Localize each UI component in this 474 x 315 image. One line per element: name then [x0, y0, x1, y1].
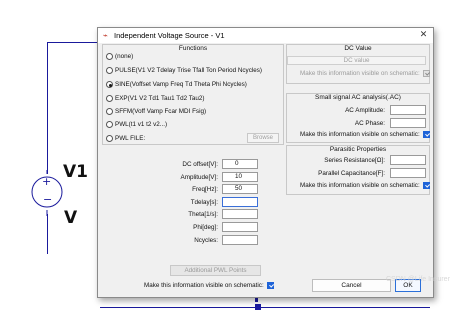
ac-phase-input[interactable]: [390, 118, 426, 128]
radio-label: (none): [115, 53, 134, 60]
schematic-wire-bottom: [100, 307, 430, 308]
ac-amplitude-label: AC Amplitude:: [345, 107, 385, 114]
parasitic-title: Parasitic Properties: [329, 146, 387, 153]
ncycles-input[interactable]: [222, 235, 258, 245]
series-resistance-label: Series Resistance[Ω]:: [324, 157, 385, 164]
parasitic-visible-label: Make this information visible on schemat…: [300, 182, 420, 189]
dc-offset-input[interactable]: 0: [222, 159, 258, 169]
theta-label: Theta[1/s]:: [188, 211, 218, 218]
radio-label: SFFM(Voff Vamp Fcar MDI Fsig): [115, 108, 207, 115]
parasitic-visible-checkbox[interactable]: [422, 182, 430, 189]
radio-label: EXP(V1 V2 Td1 Tau1 Td2 Tau2): [115, 95, 205, 102]
radio-icon[interactable]: [106, 135, 113, 142]
radio-icon[interactable]: [106, 67, 113, 74]
cancel-button[interactable]: Cancel: [312, 279, 391, 292]
schematic-wire-left-lower: [47, 214, 48, 254]
radio-label: PWL FILE:: [115, 135, 146, 142]
radio-pwl[interactable]: PWL(t1 v1 t2 v2...): [106, 120, 167, 129]
radio-icon[interactable]: [106, 95, 113, 102]
radio-icon[interactable]: [106, 53, 113, 60]
radio-icon[interactable]: [106, 108, 113, 115]
tdelay-input[interactable]: [222, 197, 258, 207]
tdelay-label: Tdelay[s]:: [190, 199, 218, 206]
radio-label: SINE(Voffset Vamp Freq Td Theta Phi Ncyc…: [115, 81, 247, 88]
minus-sign: −: [43, 193, 53, 206]
schematic-wire-left: [47, 42, 48, 174]
ac-visible-label: Make this information visible on schemat…: [300, 131, 420, 138]
browse-button[interactable]: Browse: [247, 133, 279, 143]
dialog-titlebar[interactable]: ⌁ Independent Voltage Source - V1 ✕: [98, 28, 433, 43]
freq-input[interactable]: 50: [222, 184, 258, 194]
ncycles-label: Ncycles:: [194, 237, 218, 244]
visible-on-schematic-checkbox[interactable]: [266, 282, 274, 289]
small-signal-title: Small signal AC analysis(.AC): [315, 94, 401, 101]
radio-label: PWL(t1 v1 t2 v2...): [115, 121, 168, 128]
ltspice-icon: ⌁: [103, 31, 108, 40]
parallel-capacitance-input[interactable]: [390, 168, 426, 178]
dialog-title: Independent Voltage Source - V1: [114, 31, 225, 40]
radio-sffm[interactable]: SFFM(Voff Vamp Fcar MDI Fsig): [106, 107, 206, 116]
amplitude-input[interactable]: 10: [222, 172, 258, 182]
schematic-wire-top: [47, 42, 99, 43]
radio-selected-icon[interactable]: [106, 81, 113, 88]
source-name[interactable]: V1: [63, 162, 88, 182]
dc-value-title: DC Value: [344, 45, 372, 52]
plus-sign: +: [42, 175, 52, 188]
ac-amplitude-input[interactable]: [390, 105, 426, 115]
dc-value-input[interactable]: DC value: [287, 56, 426, 65]
additional-pwl-button[interactable]: Additional PWL Points: [170, 265, 261, 276]
ac-visible-checkbox[interactable]: [422, 131, 430, 138]
ac-phase-label: AC Phase:: [354, 120, 385, 127]
dc-visible-checkbox[interactable]: [422, 70, 430, 77]
dc-visible-row[interactable]: Make this information visible on schemat…: [300, 69, 430, 78]
parallel-capacitance-label: Parallel Capacitance[F]:: [318, 170, 385, 177]
radio-pulse[interactable]: PULSE(V1 V2 Tdelay Trise Tfall Ton Perio…: [106, 66, 262, 75]
functions-title: Functions: [178, 45, 208, 52]
visible-on-schematic-row[interactable]: Make this information visible on schemat…: [144, 281, 274, 290]
dc-offset-label: DC offset[V]:: [182, 161, 218, 168]
amplitude-label: Amplitude[V]:: [180, 174, 218, 181]
ac-visible-row[interactable]: Make this information visible on schemat…: [300, 130, 430, 139]
radio-label: PULSE(V1 V2 Tdelay Trise Tfall Ton Perio…: [115, 67, 262, 74]
series-resistance-input[interactable]: [390, 155, 426, 165]
freq-label: Freq[Hz]:: [192, 186, 218, 193]
source-value[interactable]: V: [64, 208, 77, 228]
close-icon[interactable]: ✕: [418, 29, 429, 41]
radio-exp[interactable]: EXP(V1 V2 Td1 Tau1 Td2 Tau2): [106, 94, 205, 103]
wire-handle[interactable]: [255, 304, 261, 310]
radio-none[interactable]: (none): [106, 52, 133, 61]
theta-input[interactable]: [222, 209, 258, 219]
radio-sine[interactable]: SINE(Voffset Vamp Freq Td Theta Phi Ncyc…: [106, 80, 247, 89]
phi-label: Phi[deg]:: [193, 224, 218, 231]
watermark: CSDN @Life Insurer: [386, 276, 450, 283]
radio-pwl-file[interactable]: PWL FILE:: [106, 134, 145, 143]
radio-icon[interactable]: [106, 121, 113, 128]
parasitic-visible-row[interactable]: Make this information visible on schemat…: [300, 181, 430, 190]
visible-on-schematic-label: Make this information visible on schemat…: [144, 282, 264, 289]
phi-input[interactable]: [222, 222, 258, 232]
dc-visible-label: Make this information visible on schemat…: [300, 70, 420, 77]
